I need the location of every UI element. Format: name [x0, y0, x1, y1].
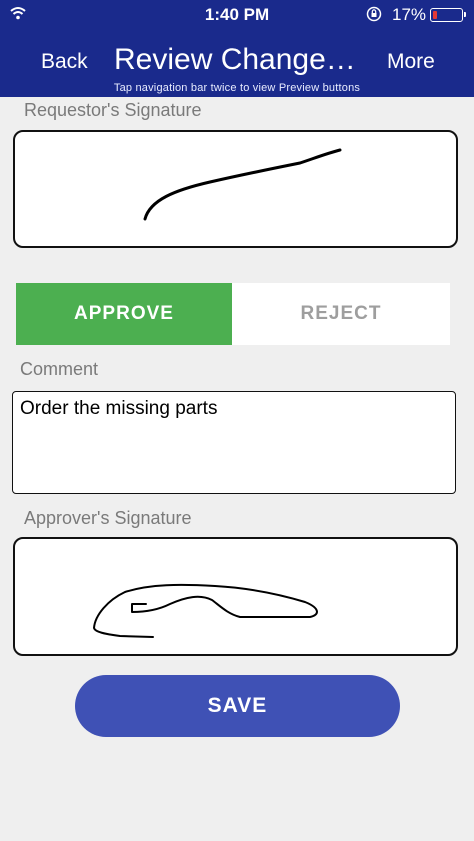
- save-button[interactable]: SAVE: [75, 675, 400, 737]
